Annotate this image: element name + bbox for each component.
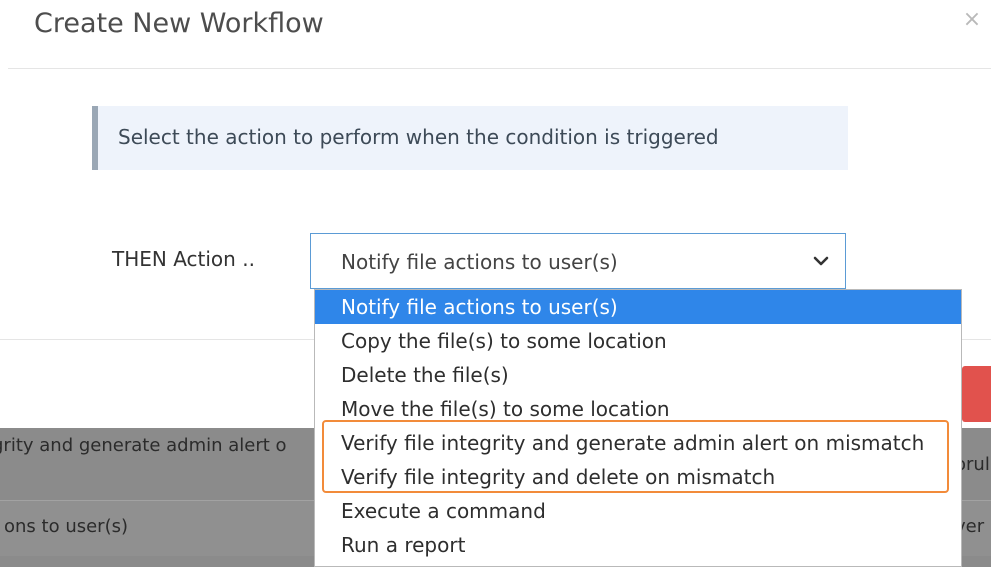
callout-text: Select the action to perform when the co… (118, 125, 719, 149)
dropdown-option-verify-delete[interactable]: Verify file integrity and delete on mism… (315, 460, 961, 494)
close-icon[interactable]: × (960, 8, 984, 32)
dropdown-option-verify-alert[interactable]: Verify file integrity and generate admin… (315, 426, 961, 460)
action-select-value: Notify file actions to user(s) (341, 250, 618, 274)
info-callout: Select the action to perform when the co… (92, 106, 848, 170)
then-action-label: THEN Action .. (112, 247, 255, 271)
dropdown-option-execute[interactable]: Execute a command (315, 494, 961, 528)
dropdown-option-copy[interactable]: Copy the file(s) to some location (315, 324, 961, 358)
action-dropdown-list: Notify file actions to user(s) Copy the … (314, 289, 962, 567)
dropdown-option-notify[interactable]: Notify file actions to user(s) (315, 290, 961, 324)
action-select[interactable]: Notify file actions to user(s) (310, 233, 846, 289)
delete-button[interactable] (962, 366, 991, 422)
dropdown-option-report[interactable]: Run a report (315, 528, 961, 562)
dropdown-option-delete[interactable]: Delete the file(s) (315, 358, 961, 392)
header-divider (8, 68, 991, 69)
chevron-down-icon (813, 256, 829, 266)
table-cell: grity and generate admin alert o (0, 435, 287, 456)
table-cell: ons to user(s) (4, 516, 128, 537)
dropdown-option-move[interactable]: Move the file(s) to some location (315, 392, 961, 426)
dialog-title: Create New Workflow (34, 8, 324, 39)
